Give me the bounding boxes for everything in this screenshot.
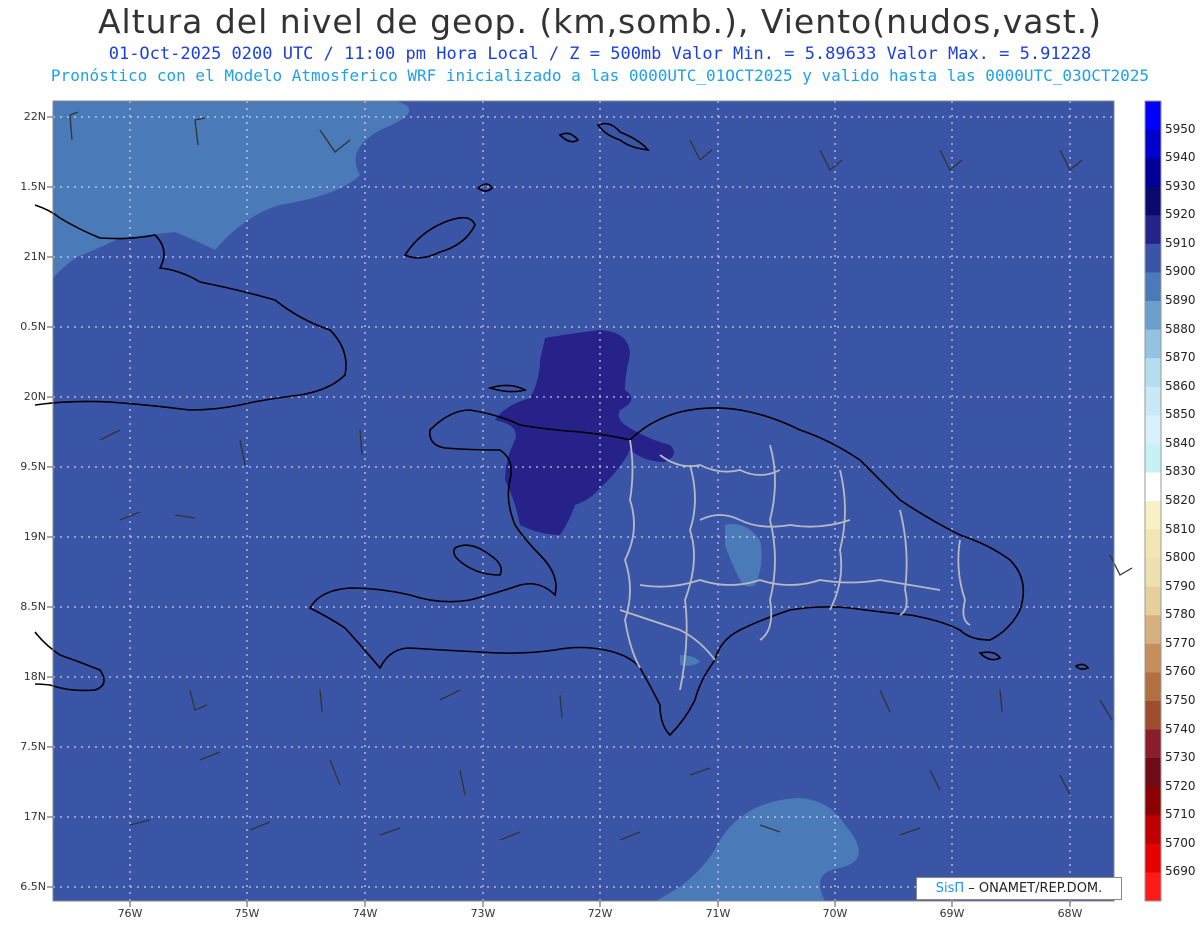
- credit-text: – ONAMET/REP.DOM.: [964, 881, 1103, 896]
- lat-label-19n: 19N: [23, 530, 46, 543]
- lat-label-16-5n: 6.5N: [20, 880, 46, 893]
- lat-label-22n: 22N: [23, 110, 46, 123]
- colorbar-swatch: [1145, 843, 1161, 873]
- colorbar-swatch: [1145, 586, 1161, 616]
- forecast-map[interactable]: [0, 0, 1200, 927]
- colorbar-swatch: [1145, 243, 1161, 273]
- lon-label-76w: 76W: [117, 907, 143, 920]
- credit-brand: SisΠ: [935, 881, 965, 896]
- lon-label-70w: 70W: [822, 907, 848, 920]
- colorbar-swatch: [1145, 443, 1161, 473]
- colorbar-swatch: [1145, 215, 1161, 245]
- colorbar-swatch: [1145, 501, 1161, 531]
- colorbar-swatch: [1145, 415, 1161, 445]
- colorbar-level-label: 5720: [1165, 778, 1196, 793]
- lat-label-17-5n: 7.5N: [20, 740, 46, 753]
- lat-label-20-5n: 0.5N: [20, 320, 46, 333]
- colorbar-swatch: [1145, 272, 1161, 302]
- colorbar-level-label: 5900: [1165, 264, 1196, 279]
- colorbar-level-label: 5770: [1165, 635, 1196, 650]
- lat-label-20n: 20N: [23, 390, 46, 403]
- colorbar-level-label: 5740: [1165, 721, 1196, 736]
- colorbar-level-label: 5820: [1165, 493, 1196, 507]
- colorbar-swatch: [1145, 672, 1161, 702]
- lon-label-71w: 71W: [705, 907, 731, 920]
- colorbar-swatch: [1145, 729, 1161, 759]
- colorbar-swatch: [1145, 701, 1161, 731]
- colorbar-swatch: [1145, 329, 1161, 359]
- colorbar-swatch: [1145, 758, 1161, 788]
- colorbar-swatch: [1145, 643, 1161, 673]
- lon-label-73w: 73W: [470, 907, 496, 920]
- colorbar-level-label: 5940: [1165, 150, 1196, 165]
- lon-label-74w: 74W: [352, 907, 378, 920]
- colorbar-level-label: 5700: [1165, 835, 1196, 850]
- lon-label-69w: 69W: [939, 907, 965, 920]
- colorbar-level-label: 5730: [1165, 750, 1196, 765]
- colorbar-level-label: 5880: [1165, 321, 1196, 336]
- colorbar-level-label: 5860: [1165, 378, 1196, 393]
- credit-box: SisΠ – ONAMET/REP.DOM.: [916, 877, 1122, 900]
- lat-label-17n: 17N: [23, 810, 46, 823]
- colorbar-level-label: 5920: [1165, 207, 1196, 222]
- colorbar-level-label: 5810: [1165, 521, 1196, 536]
- colorbar-swatch: [1145, 786, 1161, 816]
- colorbar-level-label: 5870: [1165, 350, 1196, 365]
- colorbar-level-label: 5800: [1165, 550, 1196, 565]
- colorbar-swatch: [1145, 872, 1161, 902]
- colorbar-swatch: [1145, 529, 1161, 559]
- colorbar-level-label: 5840: [1165, 435, 1196, 450]
- colorbar-level-label: 5890: [1165, 293, 1196, 307]
- colorbar-level-label: 5710: [1165, 807, 1196, 822]
- colorbar-level-label: 5850: [1165, 407, 1196, 422]
- lon-label-68w: 68W: [1057, 907, 1083, 920]
- colorbar-swatch: [1145, 386, 1161, 416]
- colorbar-level-label: 5690: [1165, 864, 1196, 879]
- colorbar-swatch: [1145, 101, 1161, 131]
- lat-label-21n: 21N: [23, 250, 46, 263]
- colorbar-level-label: 5780: [1165, 607, 1196, 622]
- colorbar-level-label: 5830: [1165, 464, 1196, 479]
- lat-label-18-5n: 8.5N: [20, 600, 46, 613]
- colorbar-level-label: 5930: [1165, 178, 1196, 193]
- colorbar-level-label: 5750: [1165, 693, 1196, 707]
- colorbar-level-label: 5760: [1165, 664, 1196, 679]
- colorbar-level-label: 5790: [1165, 578, 1196, 593]
- colorbar-swatch: [1145, 615, 1161, 645]
- colorbar-swatch: [1145, 472, 1161, 502]
- lat-label-19-5n: 9.5N: [20, 460, 46, 473]
- colorbar-level-label: 5910: [1165, 235, 1196, 250]
- colorbar-swatch: [1145, 158, 1161, 188]
- colorbar-swatch: [1145, 129, 1161, 159]
- lat-label-21-5n: 1.5N: [20, 180, 46, 193]
- colorbar-swatch: [1145, 358, 1161, 388]
- lon-label-72w: 72W: [587, 907, 613, 920]
- colorbar: [1144, 100, 1162, 902]
- lon-label-75w: 75W: [234, 907, 260, 920]
- colorbar-level-label: 5950: [1165, 121, 1196, 136]
- lat-label-18n: 18N: [23, 670, 46, 683]
- colorbar-swatch: [1145, 815, 1161, 845]
- colorbar-swatch: [1145, 186, 1161, 216]
- colorbar-swatch: [1145, 301, 1161, 331]
- colorbar-swatch: [1145, 558, 1161, 588]
